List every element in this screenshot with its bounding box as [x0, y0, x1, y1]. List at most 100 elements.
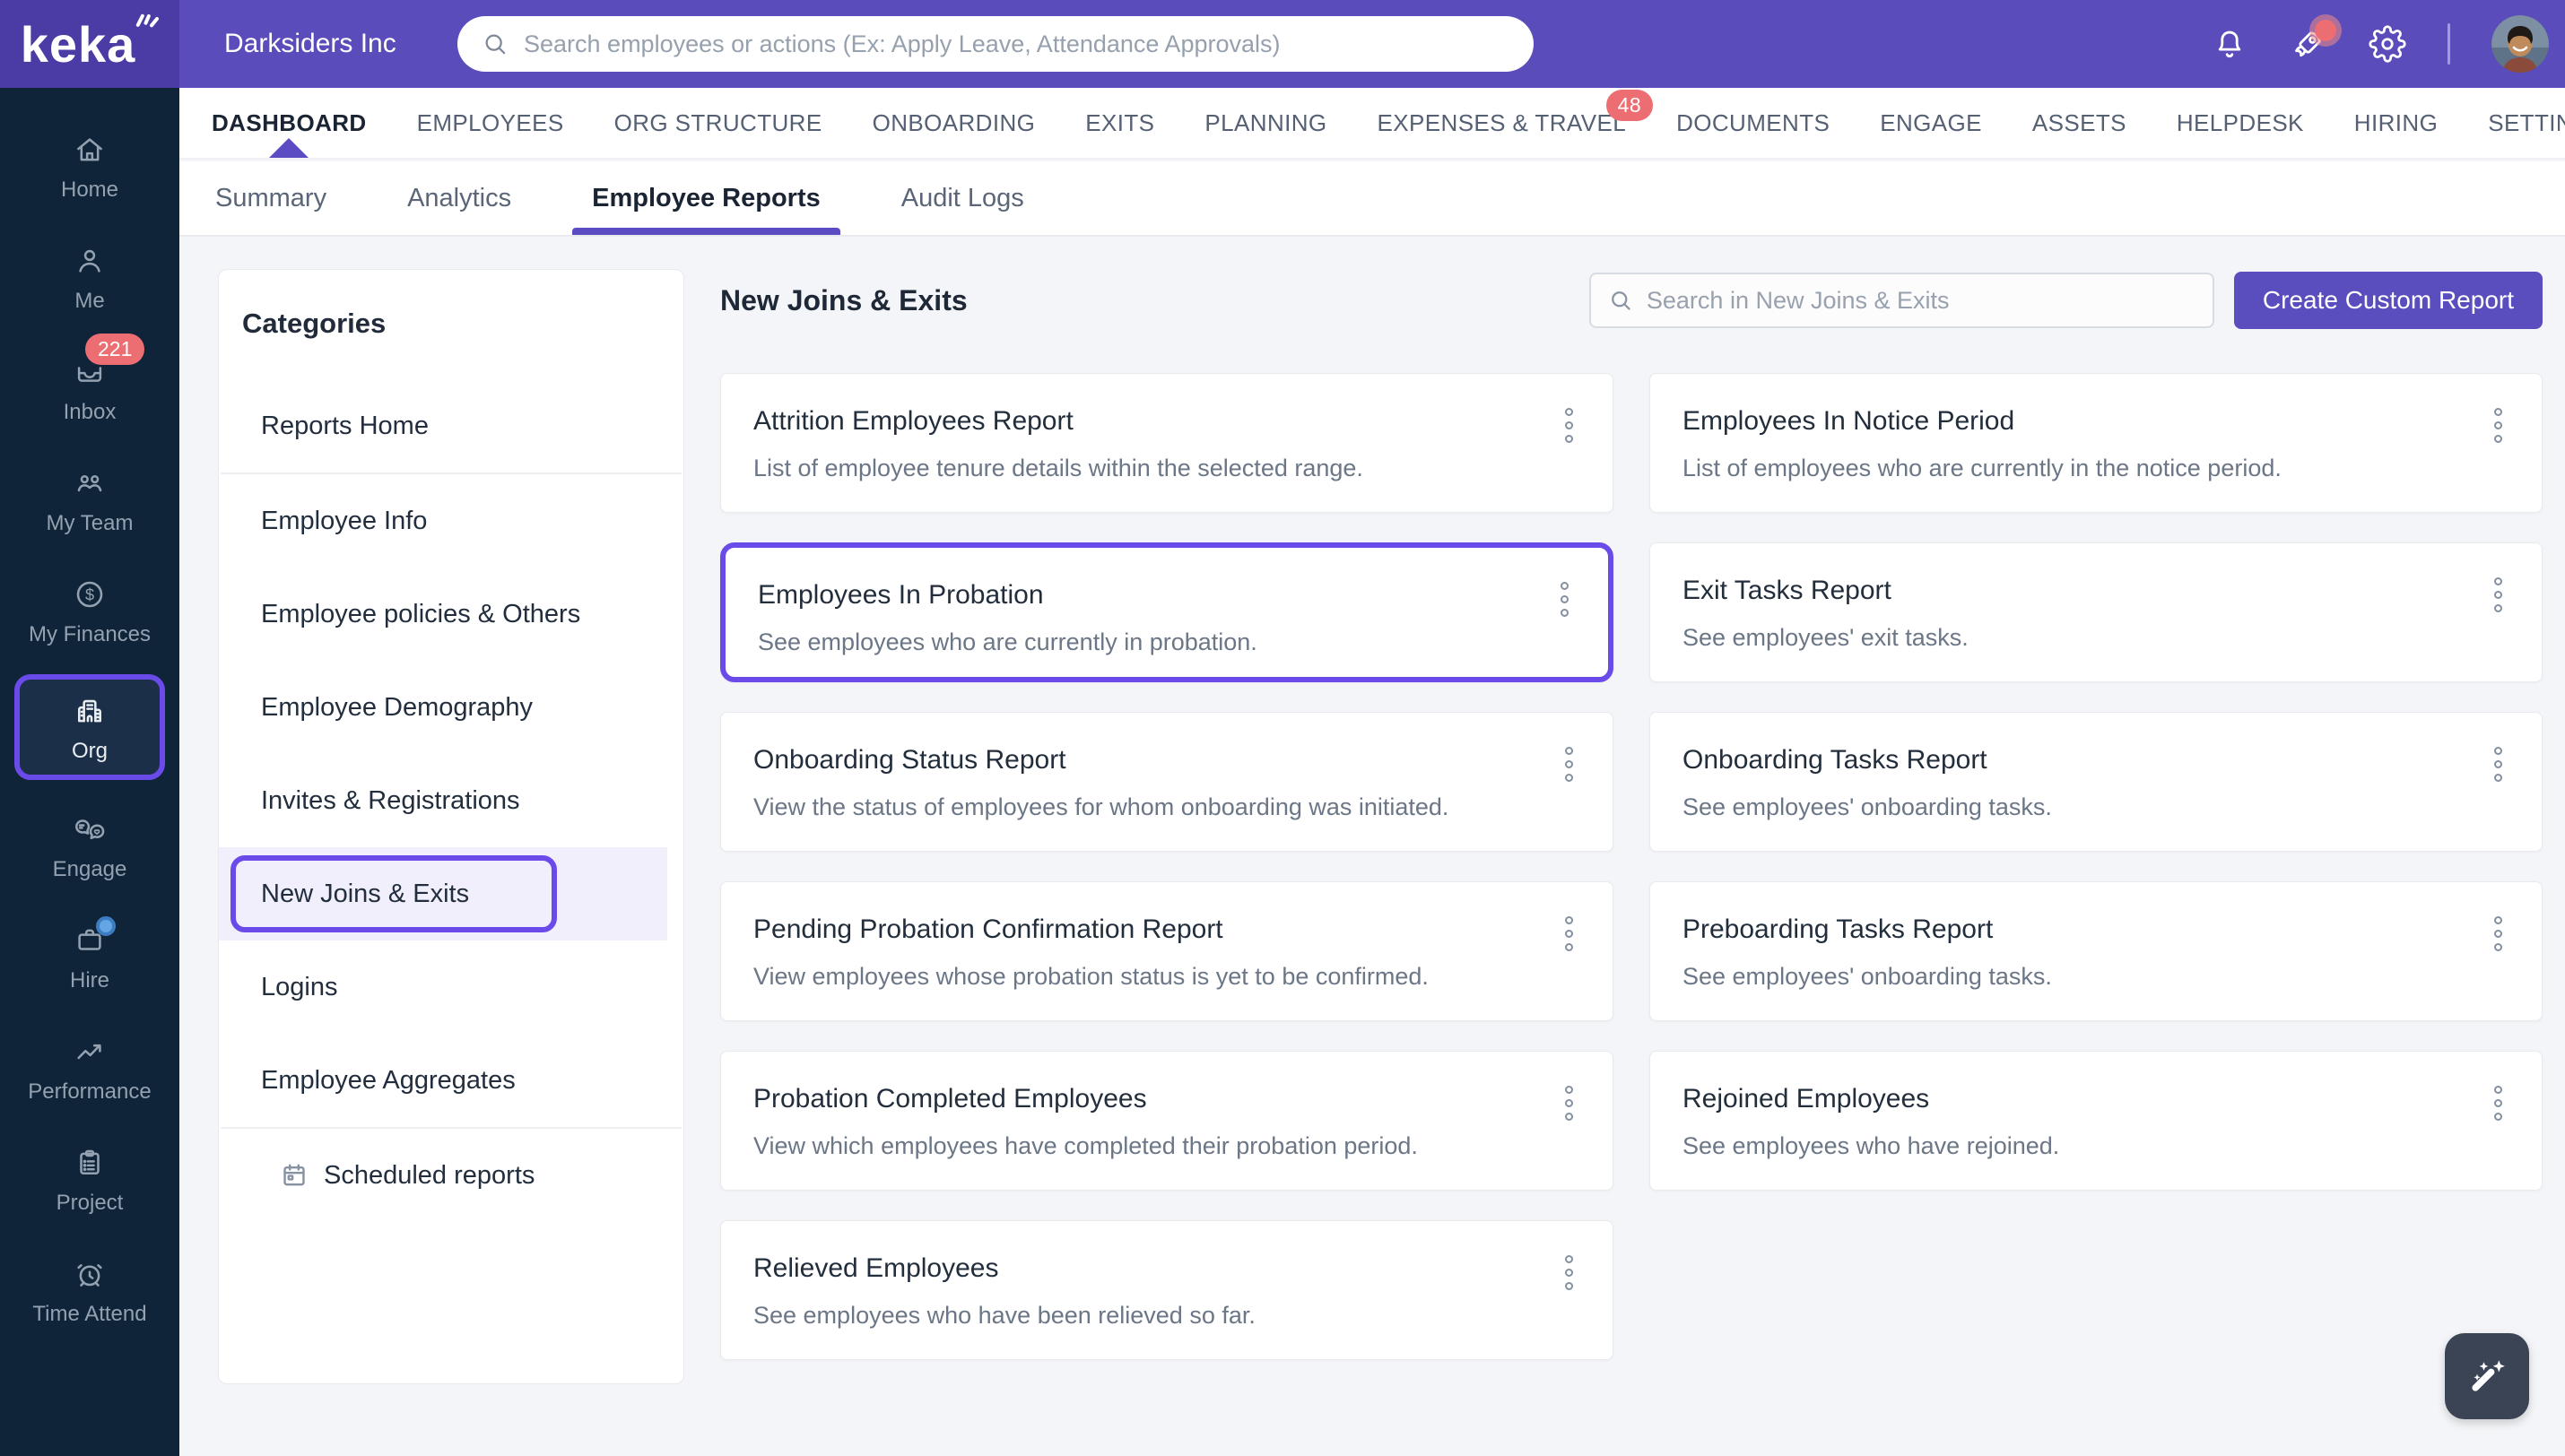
category-logins[interactable]: Logins — [219, 940, 683, 1034]
category-label: New Joins & Exits — [261, 879, 470, 908]
category-invites-registrations[interactable]: Invites & Registrations — [219, 754, 683, 847]
scheduled-reports-label: Scheduled reports — [324, 1160, 535, 1190]
report-description: View the status of employees for whom on… — [753, 793, 1449, 820]
report-description: See employees who have rejoined. — [1682, 1132, 2060, 1159]
building-icon — [78, 699, 101, 723]
nav-tab-expenses-travel[interactable]: EXPENSES & TRAVEL 48 — [1378, 88, 1654, 158]
report-card-employees-in-notice-period[interactable]: Employees In Notice Period List of emplo… — [1649, 373, 2543, 513]
content-area: Categories Reports Home Employee Info Em… — [179, 238, 2565, 1456]
expenses-count-badge: 48 — [1605, 90, 1654, 121]
magic-assistant-button[interactable] — [2445, 1333, 2529, 1419]
category-new-joins-exits[interactable]: New Joins & Exits — [219, 847, 667, 940]
report-card-relieved-employees[interactable]: Relieved Employees See employees who hav… — [720, 1220, 1613, 1360]
more-options-icon[interactable] — [2491, 574, 2506, 616]
nav-tab-dashboard[interactable]: DASHBOARD — [212, 88, 367, 158]
settings-button[interactable] — [2369, 25, 2406, 63]
report-title: Employees In Notice Period — [1682, 406, 2015, 436]
report-card-attrition-employees[interactable]: Attrition Employees Report List of emplo… — [720, 373, 1613, 513]
nav-tab-helpdesk[interactable]: HELPDESK — [2177, 88, 2304, 158]
more-options-icon[interactable] — [2491, 913, 2506, 955]
global-search[interactable] — [457, 16, 1534, 72]
sidebar-item-time-attend[interactable]: Time Attend — [11, 1243, 169, 1339]
sidebar-item-me[interactable]: Me — [11, 230, 169, 326]
report-card-employees-in-probation[interactable]: Employees In Probation See employees who… — [720, 542, 1613, 682]
global-search-input[interactable] — [524, 30, 1510, 58]
report-title: Onboarding Status Report — [753, 745, 1066, 775]
module-nav: DASHBOARD EMPLOYEES ORG STRUCTURE ONBOAR… — [179, 88, 2565, 160]
category-employee-info[interactable]: Employee Info — [219, 474, 683, 568]
subtab-analytics[interactable]: Analytics — [407, 161, 511, 235]
report-description: List of employee tenure details within t… — [753, 455, 1363, 481]
nav-tab-assets[interactable]: ASSETS — [2032, 88, 2126, 158]
reports-search[interactable] — [1588, 273, 2214, 328]
sidebar-item-performance[interactable]: Performance — [11, 1020, 169, 1117]
keka-logo-text: keka — [20, 15, 136, 73]
nav-tab-employees[interactable]: EMPLOYEES — [417, 88, 564, 158]
nav-tab-documents[interactable]: DOCUMENTS — [1676, 88, 1830, 158]
report-card-rejoined-employees[interactable]: Rejoined Employees See employees who hav… — [1649, 1051, 2543, 1191]
report-title: Preboarding Tasks Report — [1682, 914, 1994, 944]
nav-tab-onboarding[interactable]: ONBOARDING — [873, 88, 1036, 158]
nav-tab-hiring[interactable]: HIRING — [2354, 88, 2438, 158]
sidebar-item-project[interactable]: Project — [11, 1131, 169, 1228]
gear-icon — [2369, 25, 2406, 63]
report-card-pending-probation-confirmation[interactable]: Pending Probation Confirmation Report Vi… — [720, 881, 1613, 1021]
nav-tab-settings[interactable]: SETTINGS — [2488, 88, 2565, 158]
sidebar-item-hire[interactable]: Hire — [11, 909, 169, 1006]
report-card-onboarding-tasks[interactable]: Onboarding Tasks Report See employees' o… — [1649, 712, 2543, 852]
report-description: View which employees have completed thei… — [753, 1132, 1418, 1159]
report-title: Onboarding Tasks Report — [1682, 745, 1987, 775]
sidebar-item-inbox[interactable]: 221 Inbox — [11, 334, 169, 438]
report-card-preboarding-tasks[interactable]: Preboarding Tasks Report See employees' … — [1649, 881, 2543, 1021]
user-avatar[interactable] — [2491, 15, 2549, 73]
search-icon — [1612, 291, 1630, 310]
subtab-employee-reports[interactable]: Employee Reports — [572, 161, 840, 235]
scheduled-reports-link[interactable]: Scheduled reports — [219, 1129, 683, 1222]
report-description: See employees who are currently in proba… — [758, 628, 1257, 655]
more-options-icon[interactable] — [2491, 743, 2506, 785]
whats-new-button[interactable] — [2290, 20, 2336, 63]
magic-wand-icon — [2462, 1351, 2512, 1401]
category-employee-aggregates[interactable]: Employee Aggregates — [219, 1034, 683, 1127]
topbar-actions — [2211, 0, 2549, 88]
more-options-icon[interactable] — [2491, 404, 2506, 446]
category-employee-demography[interactable]: Employee Demography — [219, 661, 683, 754]
report-title: Exit Tasks Report — [1682, 576, 1891, 605]
report-description: See employees' onboarding tasks. — [1682, 963, 2052, 990]
more-options-icon[interactable] — [1561, 743, 1577, 785]
create-custom-report-button[interactable]: Create Custom Report — [2233, 272, 2543, 329]
report-card-onboarding-status[interactable]: Onboarding Status Report View the status… — [720, 712, 1613, 852]
nav-tab-engage[interactable]: ENGAGE — [1880, 88, 1982, 158]
keka-logo[interactable]: keka — [0, 0, 179, 88]
more-options-icon[interactable] — [1561, 1082, 1577, 1124]
subtab-audit-logs[interactable]: Audit Logs — [901, 161, 1024, 235]
nav-tab-planning[interactable]: PLANNING — [1204, 88, 1326, 158]
subtab-summary[interactable]: Summary — [215, 161, 326, 235]
sidebar-item-label: Performance — [28, 1079, 152, 1104]
report-card-probation-completed[interactable]: Probation Completed Employees View which… — [720, 1051, 1613, 1191]
sidebar-item-label: My Team — [46, 511, 134, 535]
nav-tab-exits[interactable]: EXITS — [1085, 88, 1154, 158]
logo-sparks-icon — [135, 13, 159, 28]
more-options-icon[interactable] — [1561, 913, 1577, 955]
sidebar-item-label: Me — [74, 289, 105, 313]
sidebar-item-my-team[interactable]: My Team — [11, 452, 169, 549]
more-options-icon[interactable] — [1561, 1252, 1577, 1294]
more-options-icon[interactable] — [2491, 1082, 2506, 1124]
alarm-icon — [77, 1264, 102, 1287]
more-options-icon[interactable] — [1557, 578, 1572, 620]
sidebar-item-label: Hire — [69, 968, 109, 992]
report-description: See employees who have been relieved so … — [753, 1302, 1256, 1329]
hire-status-dot — [96, 916, 116, 936]
sidebar-item-home[interactable]: Home — [11, 118, 169, 215]
report-card-exit-tasks[interactable]: Exit Tasks Report See employees' exit ta… — [1649, 542, 2543, 682]
sidebar-item-org[interactable]: Org — [14, 674, 165, 780]
notifications-button[interactable] — [2211, 25, 2248, 63]
category-employee-policies[interactable]: Employee policies & Others — [219, 568, 683, 661]
nav-tab-org-structure[interactable]: ORG STRUCTURE — [614, 88, 822, 158]
sidebar-item-engage[interactable]: Engage — [11, 798, 169, 895]
category-reports-home[interactable]: Reports Home — [219, 379, 683, 472]
reports-search-input[interactable] — [1646, 286, 2196, 315]
sidebar-item-my-finances[interactable]: My Finances — [11, 563, 169, 660]
more-options-icon[interactable] — [1561, 404, 1577, 446]
